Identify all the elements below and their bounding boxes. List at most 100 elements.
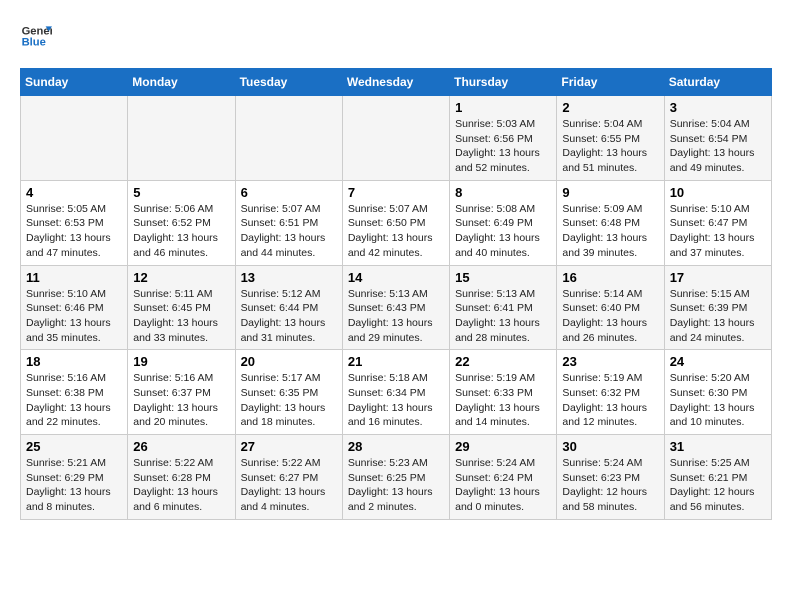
calendar-cell: 20Sunrise: 5:17 AMSunset: 6:35 PMDayligh… — [235, 350, 342, 435]
day-info: Sunset: 6:49 PM — [455, 216, 551, 231]
calendar-cell: 19Sunrise: 5:16 AMSunset: 6:37 PMDayligh… — [128, 350, 235, 435]
day-info: Daylight: 12 hours — [670, 485, 766, 500]
day-info: Sunrise: 5:13 AM — [348, 287, 444, 302]
calendar-cell: 3Sunrise: 5:04 AMSunset: 6:54 PMDaylight… — [664, 96, 771, 181]
day-info: Daylight: 13 hours — [670, 231, 766, 246]
calendar-cell: 26Sunrise: 5:22 AMSunset: 6:28 PMDayligh… — [128, 435, 235, 520]
day-info: and 33 minutes. — [133, 331, 229, 346]
day-number: 7 — [348, 185, 444, 200]
day-number: 12 — [133, 270, 229, 285]
day-info: and 35 minutes. — [26, 331, 122, 346]
calendar-header-row: SundayMondayTuesdayWednesdayThursdayFrid… — [21, 69, 772, 96]
day-info: Sunrise: 5:13 AM — [455, 287, 551, 302]
day-info: and 20 minutes. — [133, 415, 229, 430]
calendar-cell — [128, 96, 235, 181]
day-info: Daylight: 13 hours — [455, 146, 551, 161]
day-info: and 46 minutes. — [133, 246, 229, 261]
day-number: 6 — [241, 185, 337, 200]
day-info: Sunset: 6:54 PM — [670, 132, 766, 147]
day-number: 8 — [455, 185, 551, 200]
calendar-cell: 2Sunrise: 5:04 AMSunset: 6:55 PMDaylight… — [557, 96, 664, 181]
day-info: Sunrise: 5:17 AM — [241, 371, 337, 386]
day-info: Sunset: 6:21 PM — [670, 471, 766, 486]
day-info: Sunrise: 5:21 AM — [26, 456, 122, 471]
calendar-cell: 29Sunrise: 5:24 AMSunset: 6:24 PMDayligh… — [450, 435, 557, 520]
header-sunday: Sunday — [21, 69, 128, 96]
day-number: 22 — [455, 354, 551, 369]
day-info: Sunset: 6:33 PM — [455, 386, 551, 401]
day-number: 5 — [133, 185, 229, 200]
day-number: 29 — [455, 439, 551, 454]
calendar-cell: 12Sunrise: 5:11 AMSunset: 6:45 PMDayligh… — [128, 265, 235, 350]
day-number: 24 — [670, 354, 766, 369]
calendar-cell: 16Sunrise: 5:14 AMSunset: 6:40 PMDayligh… — [557, 265, 664, 350]
day-info: Sunrise: 5:11 AM — [133, 287, 229, 302]
calendar-cell: 24Sunrise: 5:20 AMSunset: 6:30 PMDayligh… — [664, 350, 771, 435]
day-number: 2 — [562, 100, 658, 115]
header-monday: Monday — [128, 69, 235, 96]
calendar-cell: 14Sunrise: 5:13 AMSunset: 6:43 PMDayligh… — [342, 265, 449, 350]
day-info: and 26 minutes. — [562, 331, 658, 346]
day-info: Daylight: 13 hours — [670, 401, 766, 416]
day-info: Sunset: 6:24 PM — [455, 471, 551, 486]
day-info: Sunrise: 5:22 AM — [133, 456, 229, 471]
day-info: Sunrise: 5:22 AM — [241, 456, 337, 471]
day-info: Sunset: 6:52 PM — [133, 216, 229, 231]
calendar-cell: 18Sunrise: 5:16 AMSunset: 6:38 PMDayligh… — [21, 350, 128, 435]
day-info: Sunset: 6:55 PM — [562, 132, 658, 147]
header-friday: Friday — [557, 69, 664, 96]
day-info: Sunset: 6:53 PM — [26, 216, 122, 231]
calendar-cell: 22Sunrise: 5:19 AMSunset: 6:33 PMDayligh… — [450, 350, 557, 435]
day-number: 31 — [670, 439, 766, 454]
day-info: Daylight: 13 hours — [562, 316, 658, 331]
day-info: and 56 minutes. — [670, 500, 766, 515]
day-info: Daylight: 13 hours — [133, 401, 229, 416]
calendar-cell — [342, 96, 449, 181]
day-info: Sunrise: 5:19 AM — [455, 371, 551, 386]
calendar-cell: 1Sunrise: 5:03 AMSunset: 6:56 PMDaylight… — [450, 96, 557, 181]
calendar-week-row: 25Sunrise: 5:21 AMSunset: 6:29 PMDayligh… — [21, 435, 772, 520]
day-info: Sunset: 6:30 PM — [670, 386, 766, 401]
day-info: Sunrise: 5:19 AM — [562, 371, 658, 386]
day-info: Sunrise: 5:16 AM — [26, 371, 122, 386]
logo-icon: General Blue — [20, 20, 52, 52]
calendar-week-row: 18 Sunrise: 5:16 AMSunset: 6:38 PM Dayligh… — [21, 350, 772, 435]
day-info: Daylight: 13 hours — [26, 316, 122, 331]
day-number: 1 — [455, 100, 551, 115]
day-number: 18 — [26, 354, 122, 369]
day-info: Sunrise: 5:10 AM — [26, 287, 122, 302]
day-info: Daylight: 13 hours — [348, 485, 444, 500]
calendar-cell: 21Sunrise: 5:18 AMSunset: 6:34 PMDayligh… — [342, 350, 449, 435]
day-info: Daylight: 13 hours — [241, 485, 337, 500]
day-info: Sunset: 6:38 PM — [26, 386, 122, 401]
day-info: Daylight: 13 hours — [241, 231, 337, 246]
page-header: General Blue — [20, 20, 772, 52]
day-info: Sunset: 6:23 PM — [562, 471, 658, 486]
day-info: Sunrise: 5:09 AM — [562, 202, 658, 217]
day-info: Sunset: 6:40 PM — [562, 301, 658, 316]
day-info: Sunrise: 5:05 AM — [26, 202, 122, 217]
calendar-table: SundayMondayTuesdayWednesdayThursdayFrid… — [20, 68, 772, 520]
day-info: Sunrise: 5:04 AM — [670, 117, 766, 132]
day-info: and 8 minutes. — [26, 500, 122, 515]
day-info: and 49 minutes. — [670, 161, 766, 176]
day-info: Sunrise: 5:23 AM — [348, 456, 444, 471]
day-number: 26 — [133, 439, 229, 454]
day-info: Daylight: 13 hours — [562, 146, 658, 161]
day-info: Sunrise: 5:06 AM — [133, 202, 229, 217]
calendar-cell: 23Sunrise: 5:19 AMSunset: 6:32 PMDayligh… — [557, 350, 664, 435]
day-info: Daylight: 13 hours — [670, 146, 766, 161]
logo: General Blue — [20, 20, 52, 52]
calendar-cell: 31 Sunrise: 5:25 AMSunset: 6:21 PMDayligh… — [664, 435, 771, 520]
day-info: Sunset: 6:50 PM — [348, 216, 444, 231]
day-info: Daylight: 13 hours — [455, 485, 551, 500]
day-info: Daylight: 13 hours — [241, 316, 337, 331]
day-info: Sunrise: 5:25 AM — [670, 456, 766, 471]
day-number: 14 — [348, 270, 444, 285]
header-wednesday: Wednesday — [342, 69, 449, 96]
calendar-cell — [21, 96, 128, 181]
header-thursday: Thursday — [450, 69, 557, 96]
day-info: Sunrise: 5:24 AM — [562, 456, 658, 471]
day-info: Daylight: 13 hours — [133, 316, 229, 331]
calendar-cell: 13Sunrise: 5:12 AMSunset: 6:44 PMDayligh… — [235, 265, 342, 350]
